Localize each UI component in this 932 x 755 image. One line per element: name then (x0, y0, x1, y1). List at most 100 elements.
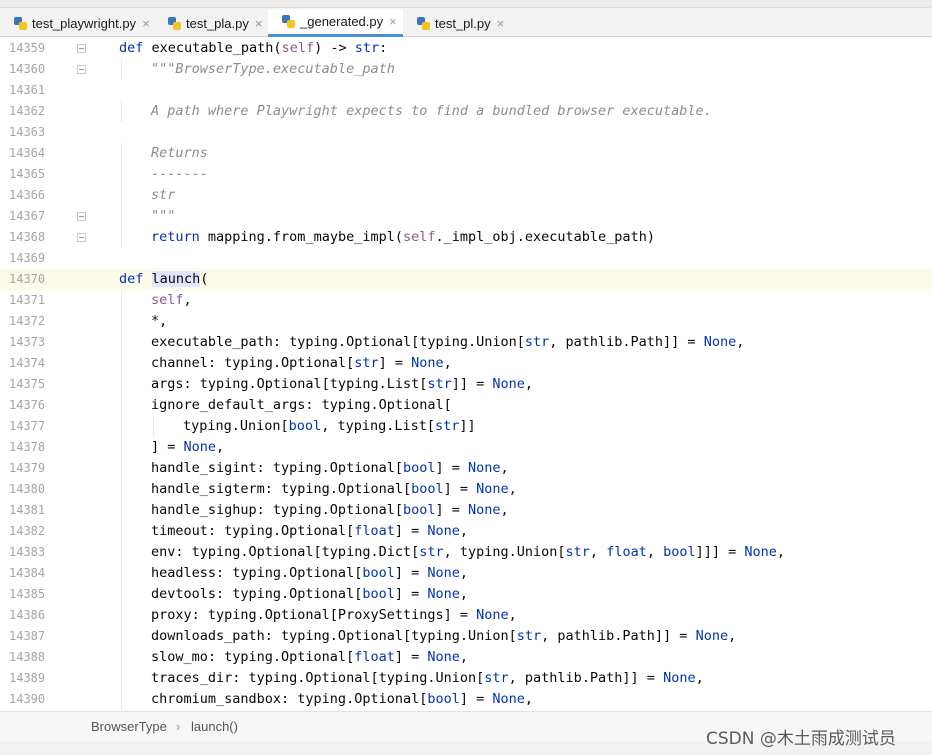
code-token: """ (151, 208, 176, 224)
code-line[interactable]: 14363 (0, 122, 932, 143)
line-number: 14385 (9, 587, 46, 601)
code-line[interactable]: 14367 """ (0, 206, 932, 227)
code-token: bool (402, 460, 436, 476)
code-line[interactable]: 14382 timeout: typing.Optional[float] = N… (0, 521, 932, 542)
code-token: ] = (394, 565, 428, 581)
code-token: , (589, 544, 607, 560)
code-line[interactable]: 14371 self, (0, 290, 932, 311)
code-line[interactable]: 14361 (0, 80, 932, 101)
line-number: 14368 (9, 230, 46, 244)
code-line[interactable]: 14386 proxy: typing.Optional[ProxySetting… (0, 605, 932, 626)
code-line[interactable]: 14376 ignore_default_args: typing.Optiona… (0, 395, 932, 416)
code-line[interactable]: 14359 def executable_path(self) -> str: (0, 38, 932, 59)
code-token: None (703, 334, 737, 350)
code-token: None (468, 502, 501, 518)
code-line[interactable]: 14372 *, (0, 311, 932, 332)
code-token: ]]] = (695, 544, 745, 560)
code-text: def launch( (119, 270, 208, 289)
close-tab-icon[interactable]: × (389, 14, 397, 29)
code-line[interactable]: 14370 def launch( (0, 269, 932, 290)
code-token: str (484, 670, 509, 686)
code-line[interactable]: 14373 executable_path: typing.Optional[ty… (0, 332, 932, 353)
code-token: , (728, 628, 737, 644)
code-line[interactable]: 14366 str (0, 185, 932, 206)
code-token: return (151, 229, 208, 245)
fold-toggle-icon[interactable] (77, 233, 86, 242)
close-tab-icon[interactable]: × (142, 16, 150, 31)
code-text: self, (151, 291, 192, 310)
code-text: downloads_path: typing.Optional[typing.U… (151, 627, 736, 646)
code-text: ignore_default_args: typing.Optional[ (151, 396, 452, 415)
code-line[interactable]: 14390 chromium_sandbox: typing.Optional[b… (0, 689, 932, 710)
code-token: None (476, 481, 509, 497)
fold-toggle-icon[interactable] (77, 44, 86, 53)
tab-1[interactable]: test_pla.py × (154, 9, 268, 37)
code-token: timeout: typing.Optional[ (151, 523, 355, 539)
tab-3[interactable]: test_pl.py × (403, 9, 507, 37)
tab-bar-top-strip (0, 0, 932, 8)
indent-guide (121, 143, 122, 164)
code-line[interactable]: 14360 """BrowserType.executable_path (0, 59, 932, 80)
code-token: : (379, 40, 388, 56)
code-line[interactable]: 14374 channel: typing.Optional[str] = Non… (0, 353, 932, 374)
code-line[interactable]: 14389 traces_dir: typing.Optional[typing.… (0, 668, 932, 689)
code-text: devtools: typing.Optional[bool] = None, (151, 585, 468, 604)
code-token: bool (663, 544, 696, 560)
tab-2[interactable]: _generated.py × (268, 9, 403, 37)
tab-label: test_playwright.py (32, 15, 137, 31)
code-token: str (151, 187, 176, 203)
code-token: , (695, 670, 704, 686)
code-line[interactable]: 14381 handle_sighup: typing.Optional[bool… (0, 500, 932, 521)
code-token: ( (200, 271, 209, 287)
fold-toggle-icon[interactable] (77, 212, 86, 221)
indent-guide (121, 416, 122, 437)
code-line[interactable]: 14388 slow_mo: typing.Optional[float] = N… (0, 647, 932, 668)
code-line[interactable]: 14379 handle_sigint: typing.Optional[bool… (0, 458, 932, 479)
code-token: None (427, 565, 460, 581)
code-line[interactable]: 14378] = None, (0, 437, 932, 458)
code-line[interactable]: 14362 A path where Playwright expects to … (0, 101, 932, 122)
code-line[interactable]: 14385 devtools: typing.Optional[bool] = N… (0, 584, 932, 605)
code-token: , (500, 502, 509, 518)
code-line[interactable]: 14384 headless: typing.Optional[bool] = N… (0, 563, 932, 584)
code-line[interactable]: 14375 args: typing.Optional[typing.List[s… (0, 374, 932, 395)
line-number: 14373 (9, 335, 46, 349)
code-line[interactable]: 14368 return mapping.from_maybe_impl(self… (0, 227, 932, 248)
line-number: 14359 (9, 41, 46, 55)
editor-tab-bar: test_playwright.py × test_pla.py × _generate… (0, 0, 932, 37)
code-token: None (695, 628, 729, 644)
code-token: str (354, 355, 379, 371)
code-token: None (427, 649, 460, 665)
code-token: proxy: typing.Optional[ProxySettings] = (151, 607, 477, 623)
code-line[interactable]: 14377 typing.Union[bool, typing.List[str]… (0, 416, 932, 437)
code-text: chromium_sandbox: typing.Optional[bool] … (151, 690, 533, 709)
code-token: , (443, 355, 452, 371)
code-token: mapping.from_maybe_impl( (207, 229, 403, 245)
fold-toggle-icon[interactable] (77, 65, 86, 74)
code-token: self (281, 40, 315, 56)
code-line[interactable]: 14380 handle_sigterm: typing.Optional[boo… (0, 479, 932, 500)
code-line[interactable]: 14365 ------- (0, 164, 932, 185)
line-number: 14382 (9, 524, 46, 538)
tab-0[interactable]: test_playwright.py × (0, 9, 154, 37)
code-editor[interactable]: 14359 def executable_path(self) -> str: 14… (0, 38, 932, 711)
code-token: channel: typing.Optional[ (151, 355, 355, 371)
close-tab-icon[interactable]: × (497, 16, 505, 31)
breadcrumb-separator: › (176, 719, 181, 734)
line-number: 14379 (9, 461, 46, 475)
code-line[interactable]: 14383 env: typing.Optional[typing.Dict[st… (0, 542, 932, 563)
code-line[interactable]: 14369 (0, 248, 932, 269)
line-number: 14375 (9, 377, 46, 391)
breadcrumb-method[interactable]: launch() (191, 719, 238, 734)
breadcrumb-class[interactable]: BrowserType (91, 719, 167, 734)
code-token: ] = (394, 649, 428, 665)
code-line[interactable]: 14387 downloads_path: typing.Optional[typ… (0, 626, 932, 647)
code-text: """ (151, 207, 175, 226)
code-token: str (434, 418, 460, 434)
indent-guide (121, 227, 122, 248)
code-token: str (516, 628, 542, 644)
line-number: 14384 (9, 566, 46, 580)
close-tab-icon[interactable]: × (255, 16, 263, 31)
code-line[interactable]: 14364 Returns (0, 143, 932, 164)
indent-guide (121, 689, 122, 710)
